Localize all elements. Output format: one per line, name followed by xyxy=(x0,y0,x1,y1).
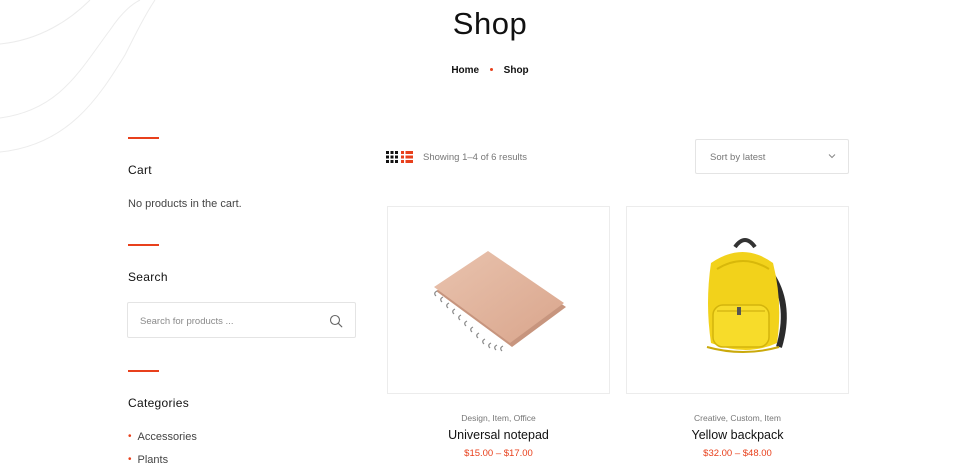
list-view-icon[interactable] xyxy=(401,151,413,163)
bullet-icon: • xyxy=(128,454,132,465)
view-toggle xyxy=(386,151,413,163)
breadcrumb: Home Shop xyxy=(0,65,980,76)
product-price: $15.00 – $17.00 xyxy=(464,448,533,459)
search-widget-accent-line xyxy=(128,244,159,246)
breadcrumb-separator xyxy=(489,67,493,71)
cart-widget-accent-line xyxy=(128,137,159,139)
category-label: Plants xyxy=(137,453,169,466)
product-image-notepad[interactable] xyxy=(387,206,610,394)
category-item-plants[interactable]: • Plants xyxy=(128,448,197,471)
product-name[interactable]: Universal notepad xyxy=(387,428,610,442)
categories-widget-title: Categories xyxy=(128,396,190,410)
page-title: Shop xyxy=(452,6,528,41)
search-icon[interactable] xyxy=(329,314,343,328)
categories-widget-accent-line xyxy=(128,370,159,372)
bullet-icon: • xyxy=(128,431,132,442)
search-input[interactable] xyxy=(140,313,320,329)
breadcrumb-home-link[interactable]: Home xyxy=(451,65,479,76)
search-widget-title: Search xyxy=(128,270,168,284)
results-count: Showing 1–4 of 6 results xyxy=(423,152,528,163)
notepad-image xyxy=(434,251,566,352)
backpack-image xyxy=(706,238,787,353)
category-label: Accessories xyxy=(137,430,197,443)
cart-empty-text: No products in the cart. xyxy=(128,198,242,210)
search-form xyxy=(127,302,356,338)
product-image-backpack[interactable] xyxy=(626,206,849,394)
product-categories[interactable]: Creative, Custom, Item xyxy=(626,413,849,423)
categories-list: • Accessories • Plants xyxy=(128,425,197,471)
product-name[interactable]: Yellow backpack xyxy=(626,428,849,442)
chevron-down-icon xyxy=(828,154,836,159)
grid-view-icon[interactable] xyxy=(386,151,398,163)
sort-dropdown[interactable]: Sort by latest xyxy=(695,139,849,174)
cart-widget-title: Cart xyxy=(128,163,152,177)
product-categories[interactable]: Design, Item, Office xyxy=(387,413,610,423)
category-item-accessories[interactable]: • Accessories xyxy=(128,425,197,448)
product-price: $32.00 – $48.00 xyxy=(703,448,772,459)
breadcrumb-current: Shop xyxy=(503,65,529,76)
sort-selected-value: Sort by latest xyxy=(710,152,766,163)
